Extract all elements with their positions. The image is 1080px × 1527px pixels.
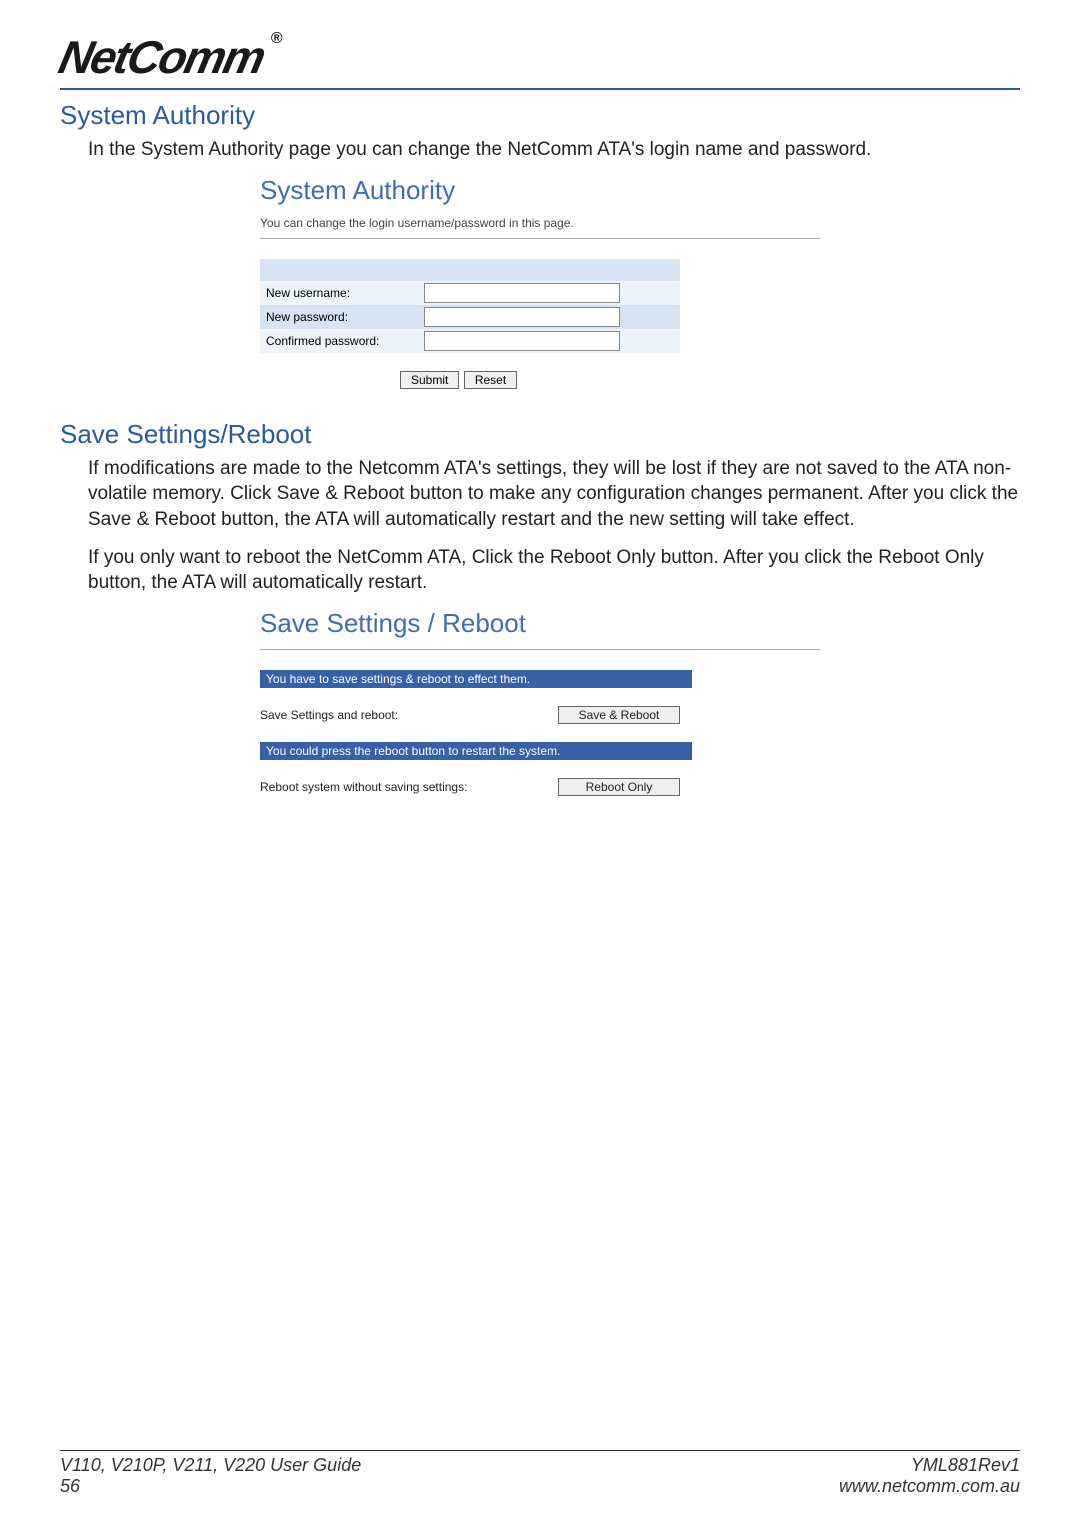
brand-logo: NetComm® [60,30,1020,84]
section1-intro: In the System Authority page you can cha… [88,137,1020,163]
section2-p2: If you only want to reboot the NetComm A… [88,545,1020,596]
reset-button[interactable]: Reset [464,371,517,389]
save-reboot-button[interactable]: Save & Reboot [558,706,680,724]
embed-sub-system-authority: You can change the login username/passwo… [260,216,820,230]
reboot-only-button[interactable]: Reboot Only [558,778,680,796]
reboot-only-label: Reboot system without saving settings: [260,780,467,794]
page-footer: V110, V210P, V211, V220 User Guide YML88… [60,1450,1020,1497]
footer-rev: YML881Rev1 [911,1455,1020,1476]
section-title-system-authority: System Authority [60,100,1020,131]
footer-guide: V110, V210P, V211, V220 User Guide [60,1455,361,1476]
section2-p1: If modifications are made to the Netcomm… [88,456,1020,533]
header-divider [60,88,1020,90]
embed-divider-2 [260,649,820,650]
footer-page-number: 56 [60,1476,80,1497]
new-username-label: New username: [260,281,418,305]
embed-title-system-authority: System Authority [260,175,820,206]
system-authority-panel: System Authority You can change the logi… [260,175,820,389]
confirmed-password-label: Confirmed password: [260,329,418,353]
submit-button[interactable]: Submit [400,371,459,389]
confirmed-password-input[interactable] [424,331,620,351]
embed-divider [260,238,820,239]
new-password-input[interactable] [424,307,620,327]
new-username-input[interactable] [424,283,620,303]
system-authority-form: New username: New password: Confirmed pa… [260,259,680,353]
footer-url: www.netcomm.com.au [839,1476,1020,1497]
bluebar-reboot: You could press the reboot button to res… [260,742,692,760]
new-password-label: New password: [260,305,418,329]
embed-title-save-reboot: Save Settings / Reboot [260,608,820,639]
section-title-save-reboot: Save Settings/Reboot [60,419,1020,450]
bluebar-save: You have to save settings & reboot to ef… [260,670,692,688]
save-reboot-panel: Save Settings / Reboot You have to save … [260,608,820,796]
save-reboot-label: Save Settings and reboot: [260,708,398,722]
